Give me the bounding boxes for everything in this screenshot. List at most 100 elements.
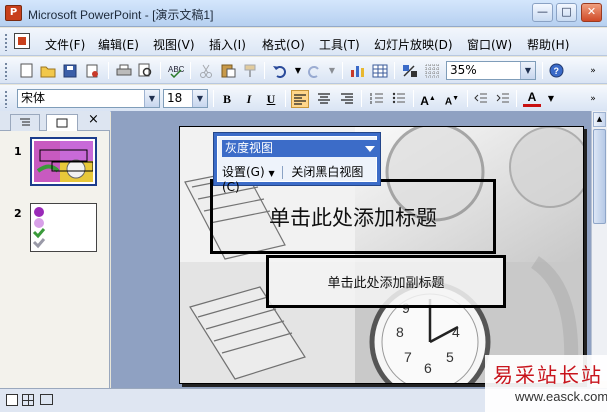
subtitle-placeholder[interactable]: 单击此处添加副标题: [266, 255, 506, 308]
title-bar: P Microsoft PowerPoint - [演示文稿1] — □ ✕: [0, 0, 607, 27]
scrollbar-thumb[interactable]: [593, 129, 606, 224]
grayscale-mode-value: 灰度视图: [225, 141, 274, 155]
font-name-value: 宋体: [21, 91, 46, 105]
document-menu-icon[interactable]: [14, 33, 30, 49]
decrease-font-size-button[interactable]: A▼: [443, 90, 461, 108]
chevron-down-icon[interactable]: ▼: [520, 62, 535, 79]
menubar-grip-handle[interactable]: [4, 33, 8, 51]
chevron-down-icon[interactable]: ▼: [144, 90, 159, 107]
format-painter-icon[interactable]: [242, 63, 258, 78]
standard-toolbar-grip[interactable]: [4, 62, 8, 80]
slide-thumbnail-1[interactable]: [30, 137, 97, 186]
standard-toolbar: ABC ▼ ▼ 35% ▼ ? »: [0, 57, 607, 84]
minimize-button[interactable]: —: [532, 3, 553, 22]
site-watermark: 易采站长站 www.easck.com: [485, 355, 607, 412]
menu-insert[interactable]: 插入(I): [209, 36, 246, 53]
redo-dropdown-icon[interactable]: ▼: [324, 63, 340, 78]
slide-sorter-view-icon[interactable]: [22, 394, 34, 406]
new-document-icon[interactable]: [18, 63, 34, 78]
help-icon[interactable]: ?: [548, 63, 564, 78]
slideshow-view-icon[interactable]: [40, 394, 53, 405]
toolbar-options-icon[interactable]: »: [585, 63, 601, 78]
undo-icon[interactable]: [272, 63, 288, 78]
toolbar-options-icon[interactable]: »: [585, 91, 601, 106]
permission-icon[interactable]: [84, 63, 100, 78]
slide-thumbnail-panel: × 1 2: [0, 111, 110, 401]
slide-number: 1: [14, 145, 22, 158]
align-center-button[interactable]: [315, 90, 333, 108]
close-button[interactable]: ✕: [581, 3, 602, 22]
cut-icon[interactable]: [198, 63, 214, 78]
chevron-down-icon[interactable]: [365, 146, 375, 152]
settings-dropdown-icon[interactable]: ▼: [269, 169, 275, 178]
align-right-button[interactable]: [338, 90, 356, 108]
close-panel-icon[interactable]: ×: [88, 112, 99, 127]
insert-table-icon[interactable]: [372, 63, 388, 78]
toolbar-separator: [160, 62, 161, 79]
insert-chart-icon[interactable]: [350, 63, 366, 78]
increase-font-size-button[interactable]: A▲: [419, 90, 437, 108]
svg-text:6: 6: [424, 360, 432, 376]
title-placeholder-text: 单击此处添加标题: [269, 205, 437, 230]
menu-format[interactable]: 格式(O): [262, 36, 305, 53]
font-color-button[interactable]: A: [523, 90, 541, 107]
toolbar-separator: [467, 90, 468, 107]
app-name: Microsoft PowerPoint: [28, 8, 142, 22]
svg-text:4: 4: [452, 324, 460, 340]
menu-help[interactable]: 帮助(H): [527, 36, 569, 53]
font-size-select[interactable]: 18 ▼: [163, 89, 208, 108]
font-color-dropdown-icon[interactable]: ▼: [543, 91, 559, 106]
save-icon[interactable]: [62, 63, 78, 78]
menu-slideshow[interactable]: 幻灯片放映(D): [374, 36, 453, 53]
formatting-toolbar-grip[interactable]: [4, 90, 8, 108]
color-grayscale-icon[interactable]: [402, 63, 418, 78]
decrease-indent-button[interactable]: [472, 90, 490, 108]
menu-edit[interactable]: 编辑(E): [98, 36, 139, 53]
show-grid-icon[interactable]: [424, 63, 440, 78]
font-name-select[interactable]: 宋体 ▼: [17, 89, 160, 108]
italic-button[interactable]: I: [240, 90, 258, 108]
paste-icon[interactable]: [220, 63, 236, 78]
underline-button[interactable]: U: [262, 90, 280, 108]
svg-text:ABC: ABC: [168, 65, 184, 74]
spelling-check-icon[interactable]: ABC: [168, 63, 184, 78]
bold-button[interactable]: B: [218, 90, 236, 108]
svg-text:?: ?: [553, 66, 559, 76]
increase-indent-button[interactable]: [494, 90, 512, 108]
toolbar-separator: [394, 62, 395, 79]
tab-slides[interactable]: [46, 114, 78, 131]
toolbar-separator: [108, 62, 109, 79]
vertical-scrollbar[interactable]: ▲: [591, 111, 607, 381]
toolbar-separator: [282, 166, 284, 179]
zoom-select[interactable]: 35% ▼: [446, 61, 536, 80]
undo-dropdown-icon[interactable]: ▼: [290, 63, 306, 78]
title-separator: -: [144, 8, 153, 22]
toolbar-separator: [516, 90, 517, 107]
maximize-button[interactable]: □: [556, 3, 577, 22]
print-preview-icon[interactable]: [138, 63, 154, 78]
watermark-chinese-text: 易采站长站: [493, 363, 603, 387]
bullets-button[interactable]: [390, 90, 408, 108]
normal-view-icon[interactable]: [6, 394, 18, 406]
print-icon[interactable]: [116, 63, 132, 78]
powerpoint-app-icon[interactable]: P: [5, 5, 22, 21]
scroll-up-arrow-icon[interactable]: ▲: [593, 112, 606, 127]
menu-view[interactable]: 视图(V): [153, 36, 195, 53]
redo-icon[interactable]: [306, 63, 322, 78]
chevron-down-icon[interactable]: ▼: [192, 90, 207, 107]
align-left-button[interactable]: [291, 90, 309, 108]
menu-tools[interactable]: 工具(T): [319, 36, 360, 53]
grayscale-view-toolbar[interactable]: 灰度视图 设置(G) ▼ 关闭黑白视图(C): [213, 132, 381, 194]
numbering-button[interactable]: [368, 90, 386, 108]
toolbar-separator: [213, 90, 214, 107]
menu-window[interactable]: 窗口(W): [467, 36, 512, 53]
open-folder-icon[interactable]: [40, 63, 56, 78]
slide-thumbnail-2[interactable]: [30, 203, 97, 252]
toolbar-separator: [190, 62, 191, 79]
tab-outline[interactable]: [10, 114, 40, 131]
menu-file[interactable]: 文件(F): [45, 36, 85, 53]
grayscale-settings-button[interactable]: 设置(G): [222, 165, 265, 179]
window-title: Microsoft PowerPoint - [演示文稿1]: [28, 6, 213, 23]
grayscale-mode-select[interactable]: 灰度视图: [222, 140, 378, 157]
toolbar-separator: [342, 62, 343, 79]
